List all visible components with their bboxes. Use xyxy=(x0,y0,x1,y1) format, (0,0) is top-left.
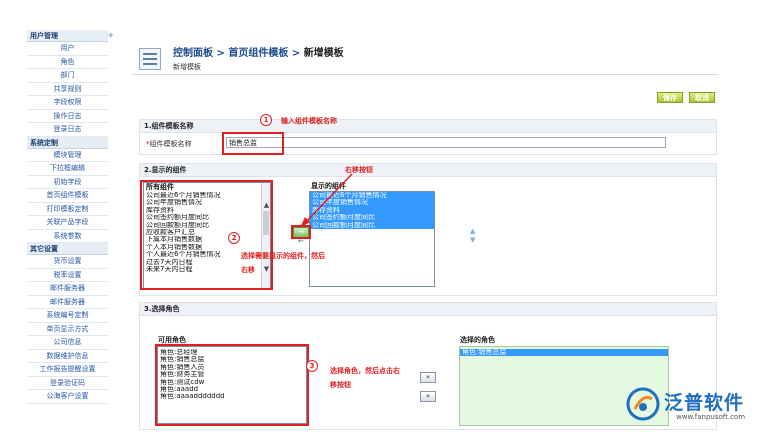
sidebar-section-header[interactable]: 系统定制 xyxy=(27,136,108,149)
step-2-badge: 2 xyxy=(228,232,240,244)
sidebar-item[interactable]: 初始字段 xyxy=(27,176,108,189)
sidebar-section-header[interactable]: 其它设置 xyxy=(27,243,108,255)
sidebar-item[interactable]: 打印模板定制 xyxy=(27,203,108,216)
sidebar-item[interactable]: 货币设置 xyxy=(27,255,108,269)
sidebar-item[interactable]: 用户 xyxy=(27,42,108,56)
template-name-input[interactable] xyxy=(226,137,666,148)
sidebar-item[interactable]: 模块管理 xyxy=(27,149,108,162)
sidebar-item[interactable]: 操作日志 xyxy=(27,110,108,123)
sidebar-item[interactable]: 公司信息 xyxy=(27,336,108,350)
breadcrumb-template[interactable]: 首页组件模板 xyxy=(228,48,288,59)
sidebar-item[interactable]: 登录验证码 xyxy=(27,377,108,390)
save-button[interactable]: 保存 xyxy=(657,92,683,103)
add-role-button[interactable]: » xyxy=(420,372,436,383)
sidebar-item[interactable]: 系统编号定制 xyxy=(27,309,108,323)
sidebar-item[interactable]: 工作报告提醒设置 xyxy=(27,363,108,377)
highlight-move-button xyxy=(291,225,311,239)
sidebar-item[interactable]: 部门 xyxy=(27,69,108,83)
app-window: 用户管理 用户 角色 部门 共享规则 字段权限 操作日志 登录日志 系统定制 模块管理 下拉框编辑初… xyxy=(0,0,761,432)
sidebar-item[interactable]: 邮件服务器 xyxy=(27,282,108,296)
remove-role-button[interactable]: « xyxy=(420,391,436,402)
step-2-note: 选择需要显示的组件，然后 xyxy=(241,252,325,260)
highlight-roles-list xyxy=(155,344,309,426)
reorder-arrows-icon[interactable]: ▲ ▼ xyxy=(470,227,475,245)
sidebar-item[interactable]: 关联产品字段 xyxy=(27,216,108,230)
sidebar-item[interactable]: 共享规则 xyxy=(27,83,108,96)
sidebar-item[interactable]: 角色 xyxy=(27,56,108,69)
brand-logo: 泛普软件 www.fanpusoft.com xyxy=(618,384,758,430)
selected-roles-title: 选择的角色 xyxy=(460,336,495,344)
header-divider xyxy=(132,74,718,75)
collapse-arrow-icon[interactable]: ◈ xyxy=(108,31,113,39)
step-1-badge: 1 xyxy=(260,114,272,126)
list-item[interactable]: 角色:销售总监 xyxy=(460,349,668,357)
logo-mark-icon xyxy=(626,387,660,421)
step-3-note: 选择角色，然后点击右 xyxy=(330,367,400,375)
breadcrumb: 控制面板 > 首页组件模板 > 新增模板 xyxy=(173,48,344,59)
section-title: 2.显示的组件 xyxy=(140,164,716,177)
sidebar-section-header[interactable]: 用户管理 xyxy=(27,30,108,42)
sidebar-nav: 用户管理 用户 角色 部门 共享规则 字段权限 操作日志 登录日志 系统定制 模块管理 下拉框编辑初… xyxy=(27,30,108,420)
sidebar-item[interactable]: 公海客户设置 xyxy=(27,390,108,404)
sidebar-item[interactable]: 登录日志 xyxy=(27,123,108,137)
sidebar-item[interactable]: 税率设置 xyxy=(27,269,108,282)
sidebar-item[interactable]: 首页组件模板 xyxy=(27,189,108,203)
sidebar-item[interactable]: 下拉框编辑 xyxy=(27,162,108,176)
page-subtitle: 新增模板 xyxy=(173,63,201,71)
module-icon xyxy=(139,48,161,70)
breadcrumb-control-panel[interactable]: 控制面板 xyxy=(173,48,213,59)
template-name-label: *组件模板名称 xyxy=(146,140,192,148)
highlight-name-input xyxy=(222,132,284,155)
sidebar-item[interactable]: 邮件服务器 xyxy=(27,296,108,309)
annotation-arrow-icon xyxy=(300,173,353,228)
breadcrumb-current: 新增模板 xyxy=(303,48,344,59)
step-1-note: 输入组件模板名称 xyxy=(281,117,337,125)
sidebar-item[interactable]: 字段权限 xyxy=(27,96,108,110)
step-3-note-2: 移按钮 xyxy=(330,381,351,389)
cancel-button[interactable]: 取消 xyxy=(689,92,715,103)
step-3-badge: 3 xyxy=(306,360,318,372)
section-title: 3.选择角色 xyxy=(140,303,716,316)
step-2-note-2: 右移 xyxy=(241,266,255,274)
sidebar-item[interactable]: 系统参数 xyxy=(27,230,108,243)
sidebar-item[interactable]: 数据维护信息 xyxy=(27,350,108,363)
sidebar-item[interactable]: 单页显示方式 xyxy=(27,323,108,336)
